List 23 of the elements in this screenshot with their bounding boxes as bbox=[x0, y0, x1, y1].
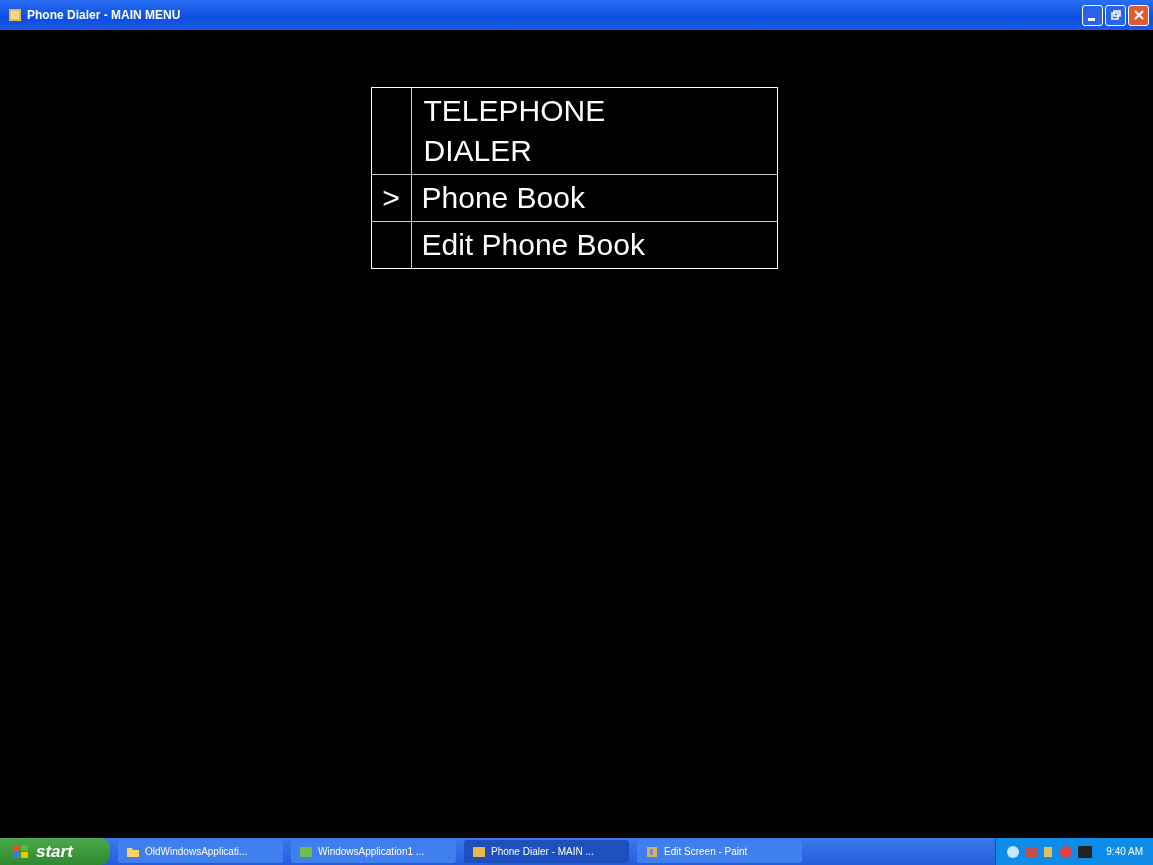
minimize-button[interactable] bbox=[1082, 4, 1103, 26]
menu-item[interactable]: Edit Phone Book bbox=[421, 225, 645, 265]
clock: 9:40 AM bbox=[1106, 846, 1143, 857]
menu-title: TELEPHONE DIALER bbox=[423, 93, 607, 169]
minimize-icon bbox=[1087, 17, 1095, 21]
window-icon bbox=[299, 845, 313, 858]
taskbar-button[interactable]: OldWindowsApplicati... bbox=[118, 840, 283, 863]
taskbar-button[interactable]: Phone Dialer - MAIN ... bbox=[464, 840, 629, 863]
window-icon bbox=[472, 845, 486, 858]
restore-button[interactable] bbox=[1105, 4, 1126, 26]
folder-icon bbox=[126, 845, 140, 858]
taskbar-button[interactable]: Edit Screen - Paint bbox=[637, 840, 802, 863]
app-icon bbox=[8, 8, 22, 22]
window-title: Phone Dialer - MAIN MENU bbox=[27, 8, 181, 22]
menu-item[interactable]: Phone Book bbox=[421, 178, 585, 218]
restore-icon bbox=[1110, 10, 1121, 20]
start-button[interactable]: start bbox=[0, 838, 110, 865]
windows-logo-icon bbox=[12, 843, 30, 860]
close-button[interactable] bbox=[1128, 4, 1149, 26]
paint-icon bbox=[645, 845, 659, 858]
marker-cell: > bbox=[371, 175, 412, 222]
close-icon bbox=[1133, 10, 1144, 20]
taskbar-button[interactable]: WindowsApplication1 ... bbox=[291, 840, 456, 863]
